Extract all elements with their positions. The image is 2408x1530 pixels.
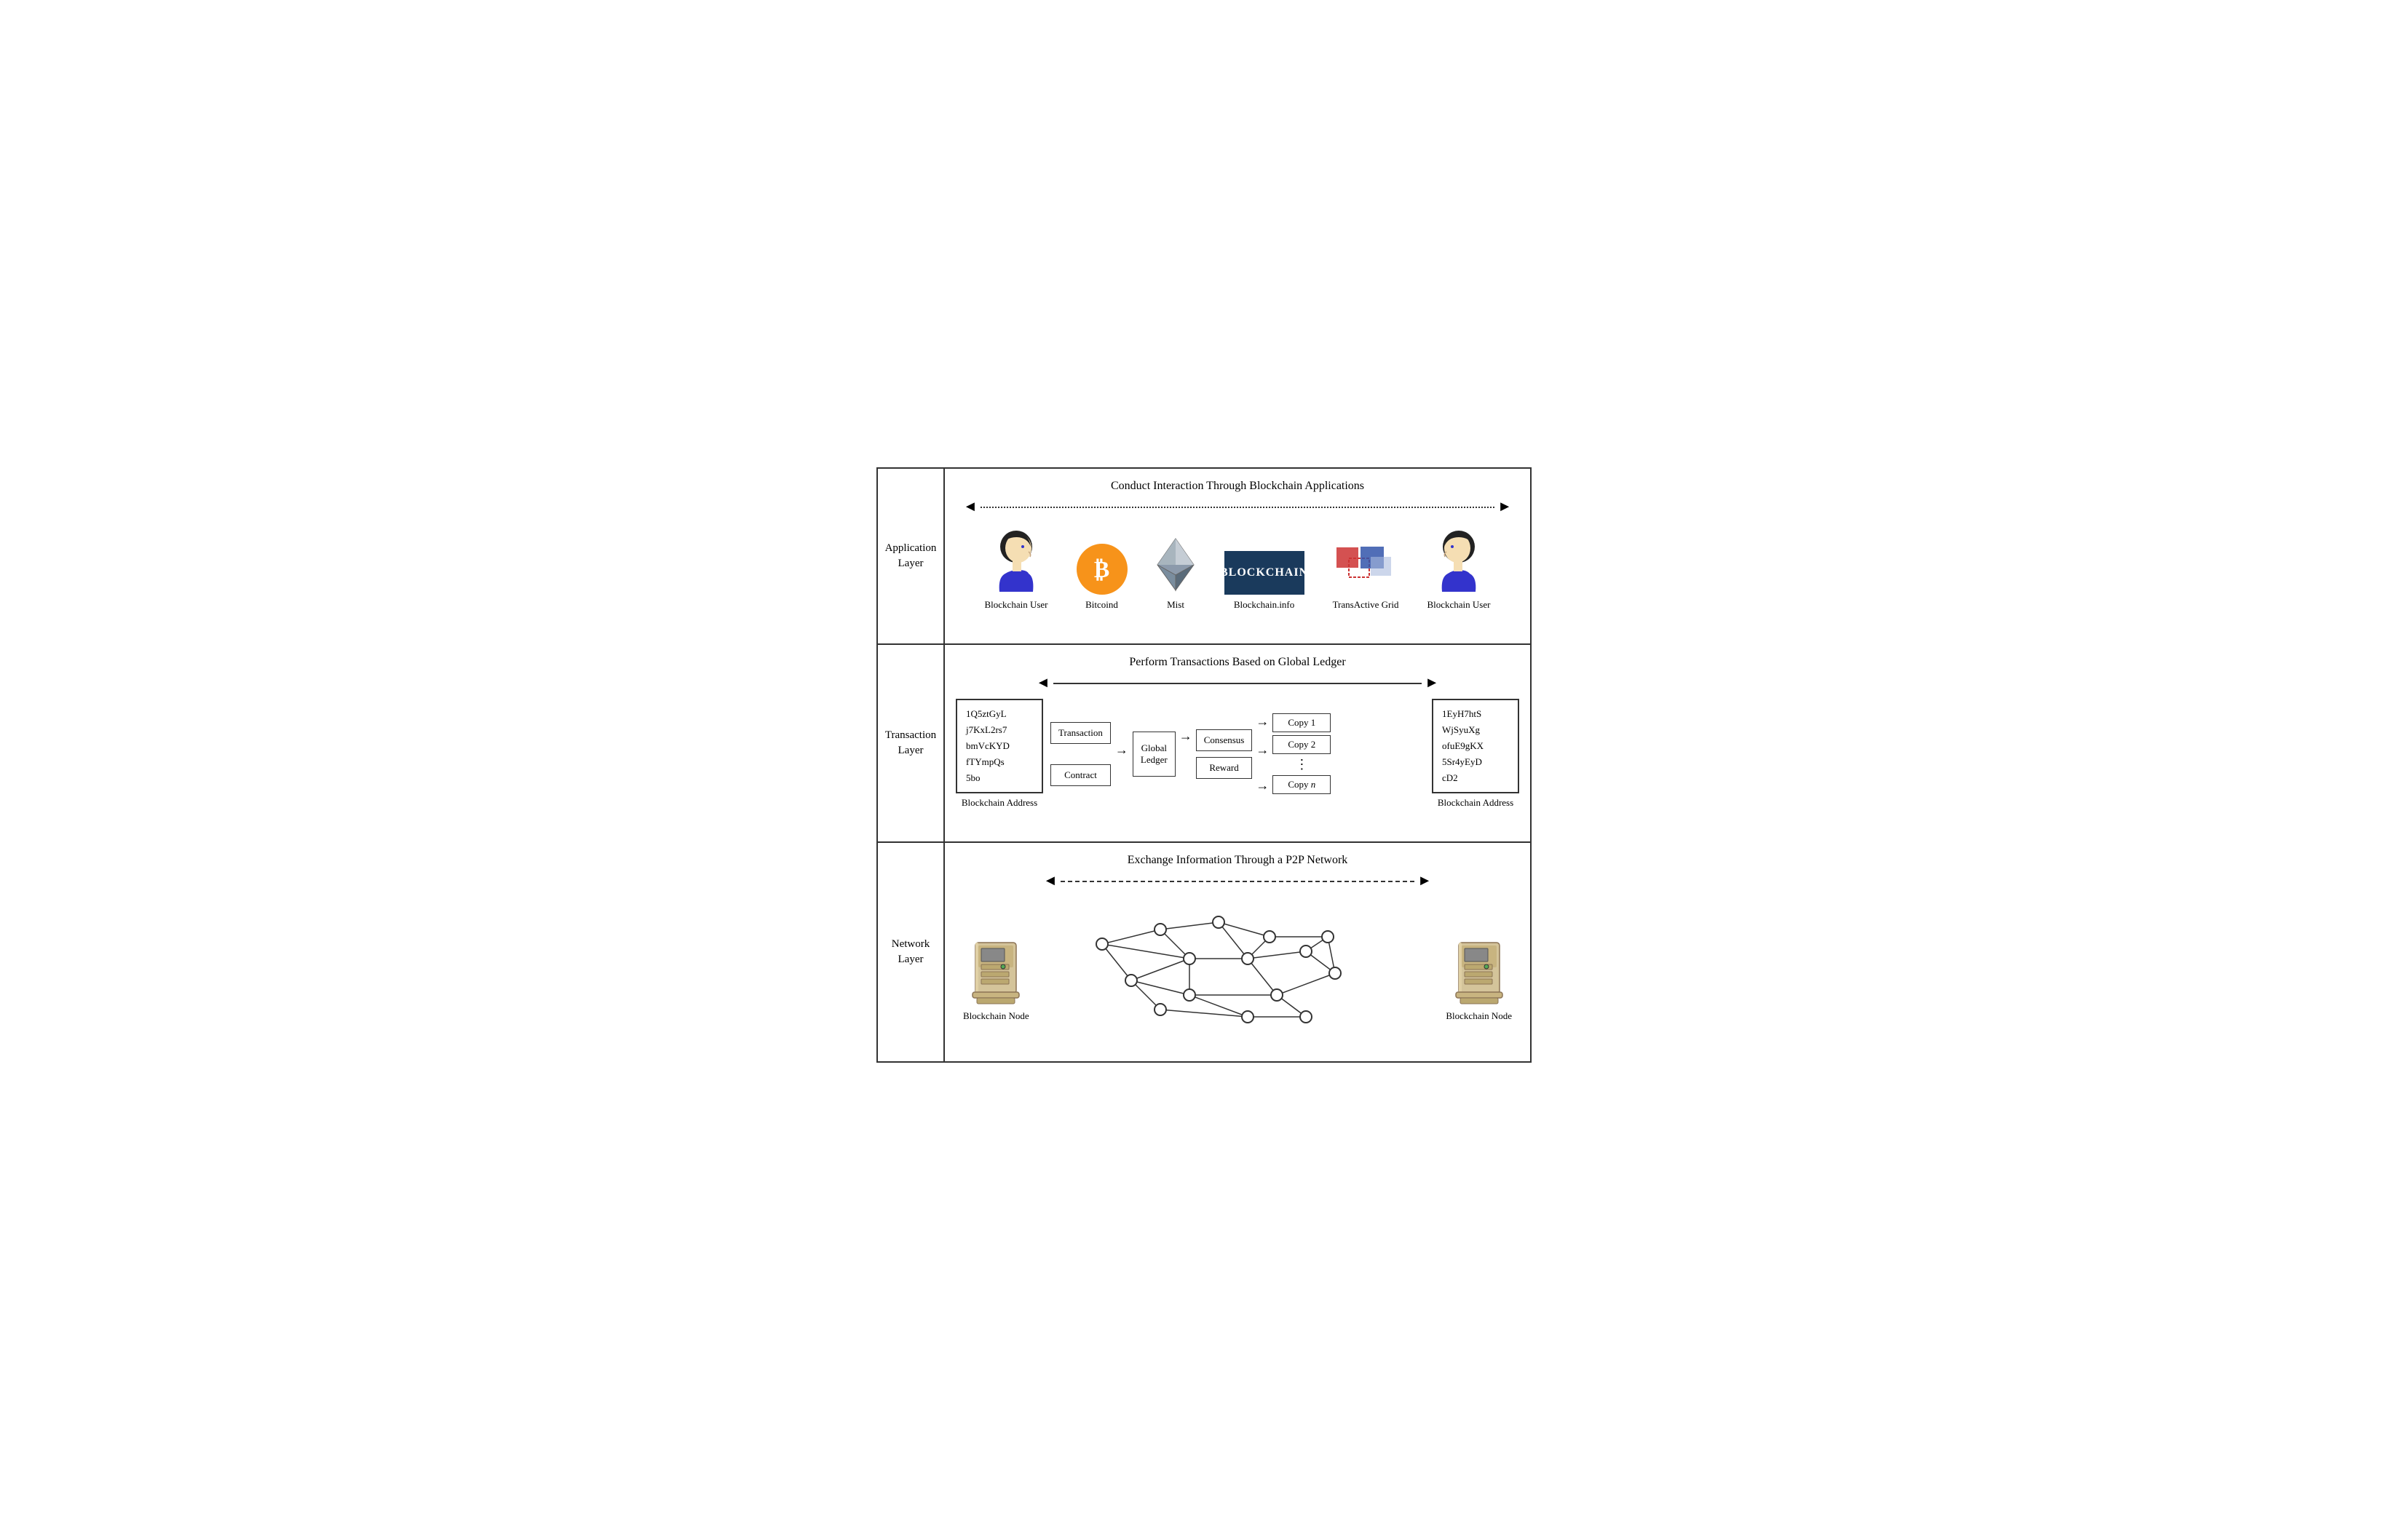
transaction-layer-content: Perform Transactions Based on Global Led… — [943, 645, 1530, 841]
bitcoin-icon: ₿ — [1077, 544, 1128, 595]
right-addr-line3: ofuE9gKX — [1442, 738, 1509, 754]
dots-indicator: ⋮ — [1295, 757, 1308, 772]
left-node-label: Blockchain Node — [963, 1010, 1029, 1022]
transactive-icon — [1333, 544, 1398, 595]
reward-box: Reward — [1196, 757, 1253, 779]
blockchain-info-text: BLOCKCHAIN — [1220, 566, 1308, 579]
copy-n-italic: n — [1311, 779, 1316, 790]
app-arrow-right-icon: ► — [1497, 499, 1512, 515]
left-addr-line2: j7KxL2rs7 — [966, 722, 1033, 738]
consensus-box: Consensus — [1196, 729, 1253, 751]
copies-section: Copy 1 Copy 2 ⋮ Copy n — [1272, 713, 1331, 794]
application-layer-content: Conduct Interaction Through Blockchain A… — [943, 469, 1530, 643]
blockchain-info-label: Blockchain.info — [1234, 599, 1294, 611]
copy-arrow-1: → — [1256, 714, 1269, 729]
right-arrow-1: → — [1115, 742, 1128, 758]
app-layer-title: Conduct Interaction Through Blockchain A… — [956, 480, 1519, 493]
left-node-item: Blockchain Node — [963, 928, 1029, 1022]
contract-box: Contract — [1050, 764, 1111, 786]
application-layer-row: ApplicationLayer Conduct Interaction Thr… — [878, 469, 1530, 643]
copyn-box: Copy n — [1272, 775, 1331, 794]
transaction-layer-label: TransactionLayer — [878, 645, 943, 841]
app-icons-row: Blockchain User ₿ Bitcoind — [956, 526, 1519, 611]
right-address-block: 1EyH7htS WjSyuXg ofuE9gKX 5Sr4yEyD cD2 B… — [1432, 699, 1519, 809]
arrows-to-copies: → → → — [1252, 714, 1272, 793]
left-server-svg — [967, 928, 1025, 1004]
p2p-svg — [1044, 900, 1393, 1046]
right-address-box: 1EyH7htS WjSyuXg ofuE9gKX 5Sr4yEyD cD2 — [1432, 699, 1519, 793]
transactive-svg — [1333, 544, 1398, 595]
tx-arrow-left-icon: ◄ — [1036, 675, 1050, 691]
input-stack: Transaction Contract — [1050, 722, 1111, 786]
transaction-box: Transaction — [1050, 722, 1111, 744]
right-addr-line4: 5Sr4yEyD — [1442, 754, 1509, 770]
eth-svg — [1156, 537, 1196, 592]
left-addr-line1: 1Q5ztGyL — [966, 706, 1033, 722]
network-layer-row: NetworkLayer Exchange Information Throug… — [878, 841, 1530, 1061]
arrows-to-consensus: → → — [1176, 729, 1196, 780]
net-dash-line — [1061, 881, 1414, 882]
bitcoind-label: Bitcoind — [1085, 599, 1118, 611]
right-address-label: Blockchain Address — [1438, 797, 1513, 809]
person-left-svg — [991, 526, 1042, 592]
left-address-block: 1Q5ztGyL j7KxL2rs7 bmVcKYD fTYmpQs 5bo B… — [956, 699, 1043, 809]
left-addr-line4: fTYmpQs — [966, 754, 1033, 770]
global-ledger-block: GlobalLedger — [1133, 732, 1176, 777]
p2p-graph — [1044, 900, 1432, 1050]
right-addr-line1: 1EyH7htS — [1442, 706, 1509, 722]
network-layer-content: Exchange Information Through a P2P Netwo… — [943, 843, 1530, 1061]
bitcoind-item: ₿ Bitcoind — [1077, 544, 1128, 611]
left-user-avatar — [991, 526, 1042, 595]
right-user-item: Blockchain User — [1427, 526, 1490, 611]
transactive-label: TransActive Grid — [1333, 599, 1399, 611]
blockchain-info-icon: BLOCKCHAIN — [1224, 551, 1304, 595]
mist-item: Mist — [1156, 537, 1196, 611]
left-addr-line3: bmVcKYD — [966, 738, 1033, 754]
right-node-item: Blockchain Node — [1446, 928, 1512, 1022]
tx-arrow-row: ◄ ► — [956, 675, 1519, 691]
left-addr-line5: 5bo — [966, 770, 1033, 786]
copy-arrow-2: → — [1256, 742, 1269, 758]
mist-icon — [1156, 537, 1196, 595]
app-arrow-left-icon: ◄ — [963, 499, 978, 515]
right-server-svg — [1450, 928, 1508, 1004]
transaction-layer-row: TransactionLayer Perform Transactions Ba… — [878, 643, 1530, 841]
tx-layer-title: Perform Transactions Based on Global Led… — [956, 656, 1519, 669]
right-arrow-2: → — [1179, 729, 1192, 744]
right-node-label: Blockchain Node — [1446, 1010, 1512, 1022]
consensus-stack: Consensus Reward — [1196, 729, 1253, 779]
copy1-box: Copy 1 — [1272, 713, 1331, 732]
net-layer-title: Exchange Information Through a P2P Netwo… — [956, 854, 1519, 867]
tx-main-content: 1Q5ztGyL j7KxL2rs7 bmVcKYD fTYmpQs 5bo B… — [956, 699, 1519, 809]
left-user-item: Blockchain User — [985, 526, 1048, 611]
network-layer-label: NetworkLayer — [878, 843, 943, 1061]
left-address-box: 1Q5ztGyL j7KxL2rs7 bmVcKYD fTYmpQs 5bo — [956, 699, 1043, 793]
net-arrow-right-icon: ► — [1417, 873, 1432, 889]
left-user-label: Blockchain User — [985, 599, 1048, 611]
application-layer-label: ApplicationLayer — [878, 469, 943, 643]
arrow-to-ledger: → — [1111, 742, 1133, 758]
left-address-label: Blockchain Address — [962, 797, 1037, 809]
mist-label: Mist — [1167, 599, 1184, 611]
transactive-item: TransActive Grid — [1333, 544, 1399, 611]
global-ledger-box: GlobalLedger — [1133, 732, 1176, 777]
net-arrow-row: ◄ ► — [956, 873, 1519, 889]
copy-arrow-3: → — [1256, 778, 1269, 793]
person-right-svg — [1433, 526, 1484, 592]
right-addr-line2: WjSyuXg — [1442, 722, 1509, 738]
diagram-container: ApplicationLayer Conduct Interaction Thr… — [876, 467, 1532, 1063]
right-addr-line5: cD2 — [1442, 770, 1509, 786]
app-dotted-arrow: ◄ ► — [956, 499, 1519, 515]
right-user-avatar — [1433, 526, 1484, 595]
net-arrow-left-icon: ◄ — [1043, 873, 1058, 889]
copy2-box: Copy 2 — [1272, 735, 1331, 754]
blockchain-info-item: BLOCKCHAIN Blockchain.info — [1224, 551, 1304, 611]
app-dotted-line — [981, 507, 1494, 508]
right-user-label: Blockchain User — [1427, 599, 1490, 611]
tx-solid-line — [1053, 683, 1422, 684]
net-main-content: Blockchain Node — [956, 900, 1519, 1050]
tx-arrow-right-icon: ► — [1425, 675, 1439, 691]
tx-flow-diagram: Transaction Contract → GlobalLedger → — [1050, 713, 1425, 794]
